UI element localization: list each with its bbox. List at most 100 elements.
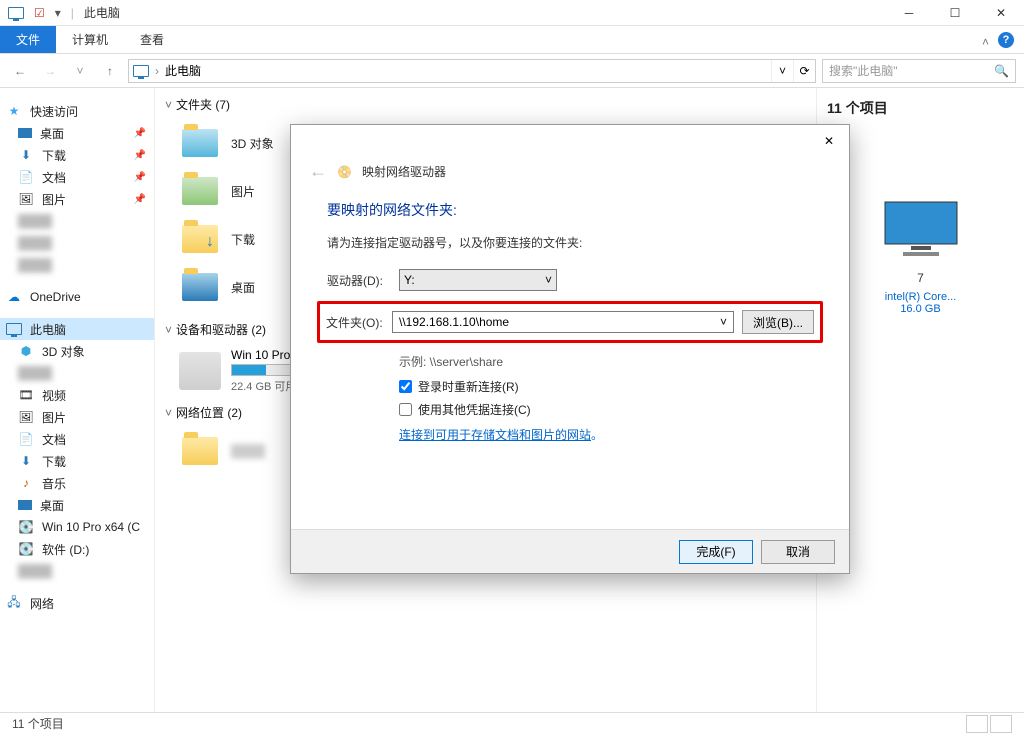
refresh-icon[interactable]: ⟳	[793, 60, 815, 82]
finish-button[interactable]: 完成(F)	[679, 540, 753, 564]
pictures-icon: 🖼	[18, 192, 34, 206]
chevron-down-icon: ˅	[165, 323, 172, 337]
sidebar: ★快速访问 桌面📌 ⬇下载📌 📄文档📌 🖼图片📌 ████ ████ ████ …	[0, 88, 155, 712]
sidebar-item-blur[interactable]: ████	[0, 362, 154, 384]
details-device: 7 intel(R) Core... 16.0 GB	[827, 198, 1014, 315]
sidebar-item-blur[interactable]: ████	[0, 232, 154, 254]
window-title: 此电脑	[84, 4, 120, 21]
chevron-down-icon: ˅	[165, 406, 172, 420]
dialog-close-button[interactable]: ✕	[809, 125, 849, 157]
sidebar-this-pc[interactable]: 此电脑	[0, 318, 154, 340]
details-count: 11 个项目	[827, 98, 1014, 118]
search-icon[interactable]: 🔍	[994, 64, 1009, 78]
network-drive-icon: 📀	[337, 165, 352, 179]
address-bar[interactable]: › 此电脑 ˅ ⟳	[128, 59, 816, 83]
dialog-title: 要映射的网络文件夹:	[327, 200, 813, 220]
search-input[interactable]: 搜索"此电脑" 🔍	[822, 59, 1016, 83]
ribbon: 文件 计算机 查看 ˄ ?	[0, 26, 1024, 54]
close-button[interactable]: ✕	[978, 0, 1024, 26]
sidebar-3d-objects[interactable]: ⬢3D 对象	[0, 340, 154, 362]
document-icon: 📄	[18, 432, 34, 446]
folder-icon	[179, 432, 221, 470]
address-icon	[133, 65, 149, 77]
sidebar-quick-access[interactable]: ★快速访问	[0, 100, 154, 122]
recent-dropdown[interactable]: ˅	[68, 59, 92, 83]
pin-icon: 📌	[134, 128, 146, 139]
dialog-body: 要映射的网络文件夹: 请为连接指定驱动器号，以及你要连接的文件夹: 驱动器(D)…	[291, 186, 849, 443]
sidebar-network[interactable]: 🖧网络	[0, 592, 154, 614]
folder-row: 文件夹(O): \\192.168.1.10\home ˅ 浏览(B)...	[317, 301, 823, 343]
sidebar-downloads-2[interactable]: ⬇下载	[0, 450, 154, 472]
sidebar-item-blur[interactable]: ████	[0, 560, 154, 582]
sidebar-drive-d[interactable]: 💽软件 (D:)	[0, 538, 154, 560]
sidebar-item-blur[interactable]: ████	[0, 210, 154, 232]
sidebar-downloads[interactable]: ⬇下载📌	[0, 144, 154, 166]
address-text[interactable]: 此电脑	[165, 62, 201, 79]
dialog-header: ← 📀 映射网络驱动器	[291, 157, 849, 186]
reconnect-input[interactable]	[399, 380, 412, 393]
back-button[interactable]: ←	[8, 59, 32, 83]
monitor-icon	[881, 198, 961, 258]
drive-select[interactable]: Y: ˅	[399, 269, 557, 291]
dialog-footer: 完成(F) 取消	[291, 529, 849, 573]
folder-icon	[179, 268, 221, 306]
reconnect-checkbox[interactable]: 登录时重新连接(R)	[399, 378, 813, 395]
sidebar-videos[interactable]: 🎞视频	[0, 384, 154, 406]
sidebar-pictures[interactable]: 🖼图片📌	[0, 188, 154, 210]
cancel-button[interactable]: 取消	[761, 540, 835, 564]
address-dropdown-icon[interactable]: ˅	[771, 60, 793, 82]
folder-icon	[179, 172, 221, 210]
chevron-down-icon: ˅	[545, 273, 552, 287]
app-icon	[8, 7, 24, 19]
up-button[interactable]: ↑	[98, 59, 122, 83]
sidebar-onedrive[interactable]: ☁OneDrive	[0, 286, 154, 308]
forward-button[interactable]: →	[38, 59, 62, 83]
view-details-button[interactable]	[966, 715, 988, 733]
minimize-button[interactable]: ─	[886, 0, 932, 26]
view-icons-button[interactable]	[990, 715, 1012, 733]
dialog-header-title: 映射网络驱动器	[362, 163, 446, 180]
sidebar-documents[interactable]: 📄文档📌	[0, 166, 154, 188]
pc-icon	[6, 323, 22, 335]
help-icon[interactable]: ?	[998, 32, 1014, 48]
sidebar-pictures-2[interactable]: 🖼图片	[0, 406, 154, 428]
qat-dropdown-icon[interactable]: ▾	[55, 6, 61, 20]
sidebar-music[interactable]: ♪音乐	[0, 472, 154, 494]
other-credentials-checkbox[interactable]: 使用其他凭据连接(C)	[399, 401, 813, 418]
other-cred-input[interactable]	[399, 403, 412, 416]
drive-icon: 💽	[18, 520, 34, 534]
qat-checkbox-icon[interactable]: ☑	[34, 6, 45, 20]
section-folders[interactable]: ˅ 文件夹 (7)	[165, 96, 806, 113]
details-model: 7	[827, 271, 1014, 285]
status-items: 11 个项目	[12, 715, 64, 732]
status-bar: 11 个项目	[0, 712, 1024, 734]
dialog-back-icon[interactable]: ←	[309, 161, 327, 182]
chevron-down-icon: ˅	[720, 315, 727, 329]
sidebar-desktop[interactable]: 桌面📌	[0, 122, 154, 144]
folder-input[interactable]: \\192.168.1.10\home ˅	[392, 311, 734, 333]
details-ram: 16.0 GB	[827, 303, 1014, 315]
ribbon-collapse-icon[interactable]: ˄	[982, 35, 992, 45]
chevron-down-icon: ˅	[165, 98, 172, 112]
ribbon-file-tab[interactable]: 文件	[0, 26, 56, 53]
map-network-drive-dialog: ✕ ← 📀 映射网络驱动器 要映射的网络文件夹: 请为连接指定驱动器号，以及你要…	[290, 124, 850, 574]
folder-example: 示例: \\server\share	[399, 353, 813, 370]
sidebar-desktop-2[interactable]: 桌面	[0, 494, 154, 516]
sidebar-drive-c[interactable]: 💽Win 10 Pro x64 (C	[0, 516, 154, 538]
maximize-button[interactable]: ☐	[932, 0, 978, 26]
document-icon: 📄	[18, 170, 34, 184]
ribbon-view-tab[interactable]: 查看	[124, 26, 180, 53]
connect-website-link[interactable]: 连接到可用于存储文档和图片的网站。	[399, 426, 813, 443]
ribbon-computer-tab[interactable]: 计算机	[56, 26, 124, 53]
star-icon: ★	[6, 104, 22, 118]
pin-icon: 📌	[134, 194, 146, 205]
cube-icon: ⬢	[18, 344, 34, 358]
music-icon: ♪	[18, 476, 34, 490]
drive-row: 驱动器(D): Y: ˅	[327, 269, 813, 291]
qat-divider: |	[71, 6, 74, 20]
browse-button[interactable]: 浏览(B)...	[742, 310, 814, 334]
sidebar-item-blur[interactable]: ████	[0, 254, 154, 276]
sidebar-documents-2[interactable]: 📄文档	[0, 428, 154, 450]
dialog-subtitle: 请为连接指定驱动器号，以及你要连接的文件夹:	[327, 234, 813, 251]
desktop-icon	[18, 128, 32, 138]
